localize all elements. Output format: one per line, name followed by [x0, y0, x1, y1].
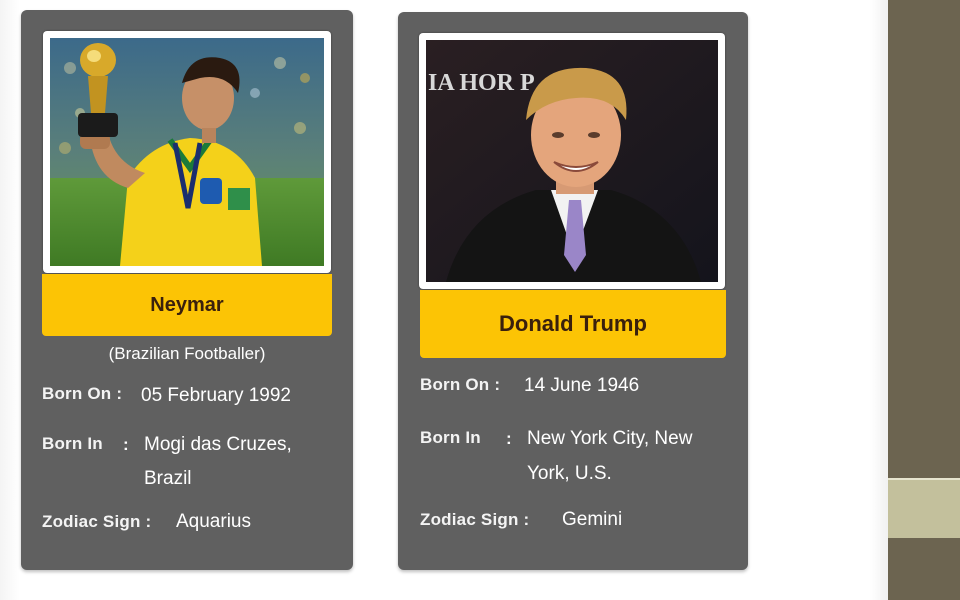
born-in-value-line1: New York City, New — [527, 428, 693, 449]
zodiac-value: Aquarius — [176, 511, 251, 532]
side-panel-stripe — [888, 480, 960, 538]
photo-backdrop-text: IA HOR P — [428, 70, 535, 96]
name-band: Neymar — [42, 274, 332, 336]
profile-card-donald-trump[interactable]: IA HOR P Donald Trump Born On : 14 June … — [398, 12, 748, 570]
born-on-label: Born On : — [420, 375, 501, 394]
person-subtitle: (Brazilian Footballer) — [108, 344, 266, 363]
zodiac-label: Zodiac Sign : — [42, 512, 152, 531]
born-in-value-line2: Brazil — [144, 468, 192, 489]
zodiac-label: Zodiac Sign : — [420, 510, 530, 529]
born-in-label: Born In — [42, 434, 103, 453]
person-name: Donald Trump — [499, 311, 647, 336]
profile-photo-donald-trump: IA HOR P — [426, 40, 718, 282]
born-in-value-line2: York, U.S. — [527, 463, 612, 484]
person-name: Neymar — [150, 293, 224, 316]
profile-photo-neymar — [50, 38, 324, 266]
born-on-value: 05 February 1992 — [141, 385, 291, 406]
born-in-label: Born In — [420, 428, 481, 447]
born-on-value: 14 June 1946 — [524, 375, 640, 396]
zodiac-value: Gemini — [562, 509, 623, 530]
profile-card-neymar[interactable]: Neymar (Brazilian Footballer) Born On : … — [21, 10, 353, 570]
born-in-value-line1: Mogi das Cruzes, — [144, 434, 292, 455]
profile-photo-frame — [43, 31, 331, 273]
born-in-separator: : — [506, 429, 512, 448]
born-in-separator: : — [123, 435, 129, 454]
name-band: Donald Trump — [420, 290, 726, 358]
side-panel — [888, 0, 960, 600]
born-on-label: Born On : — [42, 384, 123, 403]
profile-photo-frame: IA HOR P — [419, 33, 725, 289]
